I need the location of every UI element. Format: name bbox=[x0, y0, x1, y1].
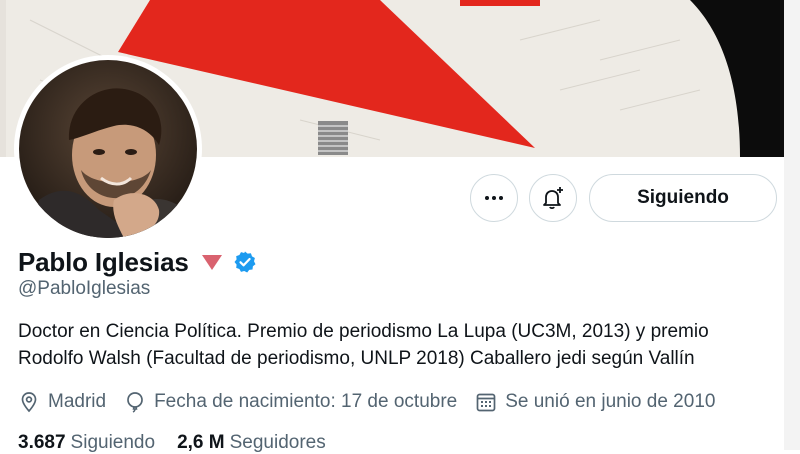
joined-item: Se unió en junio de 2010 bbox=[475, 391, 715, 413]
bell-plus-icon bbox=[543, 187, 563, 210]
following-button[interactable]: Siguiendo bbox=[589, 174, 777, 222]
banner-edge bbox=[0, 0, 6, 157]
joined-text: Se unió en junio de 2010 bbox=[505, 391, 716, 412]
location-item: Madrid bbox=[18, 391, 106, 413]
more-options-button[interactable] bbox=[470, 174, 518, 222]
follow-stats: 3.687 Siguiendo 2,6 M Seguidores bbox=[18, 432, 348, 454]
balloon-icon bbox=[127, 392, 143, 413]
red-triangle-icon bbox=[201, 255, 222, 270]
scroll-edge bbox=[784, 0, 800, 450]
notifications-button[interactable] bbox=[529, 174, 577, 222]
birthday-item: Fecha de nacimiento: 17 de octubre bbox=[124, 391, 457, 413]
profile-bio: Doctor en Ciencia Política. Premio de pe… bbox=[18, 321, 709, 369]
following-stat[interactable]: 3.687 Siguiendo bbox=[18, 432, 155, 454]
name-row: Pablo Iglesias bbox=[18, 246, 257, 278]
display-name: Pablo Iglesias bbox=[18, 246, 189, 277]
location-text: Madrid bbox=[48, 391, 107, 412]
location-pin-icon bbox=[21, 392, 37, 413]
birthday-text: Fecha de nacimiento: 17 de octubre bbox=[154, 391, 458, 412]
avatar[interactable] bbox=[14, 55, 202, 243]
calendar-icon bbox=[476, 393, 496, 412]
avatar-image bbox=[19, 60, 197, 238]
verified-badge-icon[interactable] bbox=[233, 250, 257, 274]
more-horizontal-icon bbox=[485, 196, 503, 200]
user-handle: @PabloIglesias bbox=[18, 278, 151, 299]
profile-meta: Madrid Fecha de nacimiento: 17 de octubr… bbox=[18, 388, 733, 416]
followers-stat[interactable]: 2,6 M Seguidores bbox=[177, 432, 326, 454]
